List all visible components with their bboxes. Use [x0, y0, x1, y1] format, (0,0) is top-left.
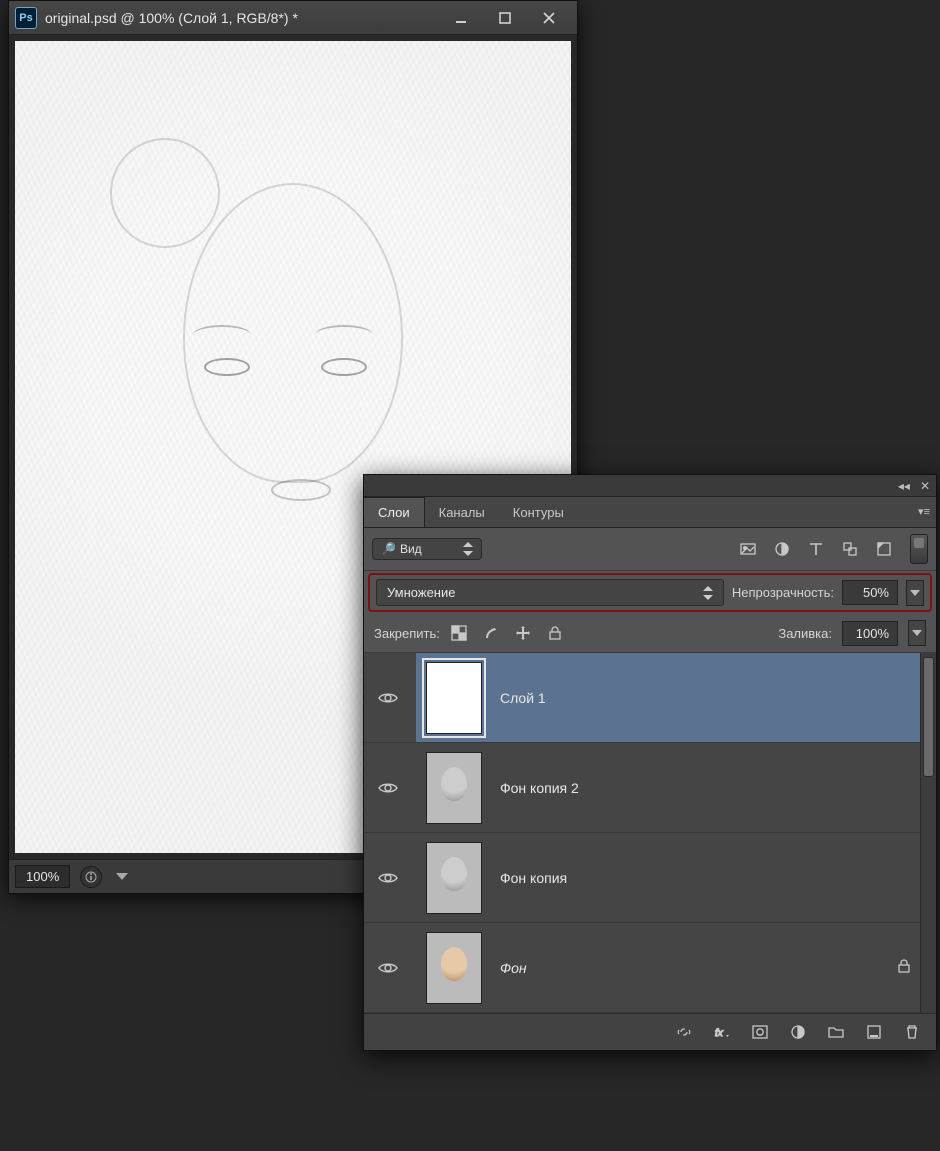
- svg-text:fx: fx: [715, 1028, 724, 1039]
- lock-fill-row: Закрепить: Заливка: 100%: [364, 614, 936, 653]
- layer-thumb[interactable]: [426, 842, 482, 914]
- opacity-field[interactable]: 50%: [842, 580, 898, 605]
- minimize-button[interactable]: [439, 5, 483, 31]
- chevron-down-icon: [910, 590, 920, 596]
- filter-adjustment-icon[interactable]: [772, 539, 792, 559]
- document-titlebar[interactable]: Ps original.psd @ 100% (Слой 1, RGB/8*) …: [9, 1, 577, 35]
- layer-thumb[interactable]: [426, 662, 482, 734]
- lock-all-icon[interactable]: [546, 624, 564, 642]
- lock-icon: [896, 958, 912, 977]
- close-button[interactable]: [527, 5, 571, 31]
- layer-style-icon[interactable]: fx: [712, 1022, 732, 1042]
- chevron-down-icon: [912, 630, 922, 636]
- layers-list: Слой 1 Фон копия 2 Фон копия Фон: [364, 653, 936, 1013]
- document-title: original.psd @ 100% (Слой 1, RGB/8*) *: [45, 10, 439, 26]
- scrollbar-thumb[interactable]: [923, 657, 934, 777]
- tab-layers[interactable]: Слои: [364, 497, 425, 527]
- layer-mask-icon[interactable]: [750, 1022, 770, 1042]
- opacity-label: Непрозрачность:: [732, 585, 834, 600]
- maximize-button[interactable]: [483, 5, 527, 31]
- lock-image-icon[interactable]: [482, 624, 500, 642]
- new-layer-icon[interactable]: [864, 1022, 884, 1042]
- filter-smartobject-icon[interactable]: [874, 539, 894, 559]
- layers-footer: fx: [364, 1013, 936, 1050]
- zoom-field[interactable]: 100%: [15, 865, 70, 888]
- layer-name[interactable]: Фон копия 2: [500, 780, 579, 796]
- fill-label: Заливка:: [778, 626, 832, 641]
- link-layers-icon[interactable]: [674, 1022, 694, 1042]
- fill-field[interactable]: 100%: [842, 621, 898, 646]
- lock-position-icon[interactable]: [514, 624, 532, 642]
- layer-row[interactable]: Фон копия 2: [364, 743, 936, 833]
- layer-row[interactable]: Фон копия: [364, 833, 936, 923]
- layer-row[interactable]: Фон: [364, 923, 936, 1013]
- lock-transparency-icon[interactable]: [450, 624, 468, 642]
- photoshop-icon: Ps: [15, 7, 37, 29]
- layer-name[interactable]: Фон: [500, 960, 527, 976]
- panel-close-icon[interactable]: ✕: [920, 479, 930, 493]
- filter-toggle[interactable]: [910, 534, 928, 564]
- panel-menu-icon[interactable]: ▾≡: [918, 505, 930, 518]
- group-icon[interactable]: [826, 1022, 846, 1042]
- tab-channels[interactable]: Каналы: [425, 498, 499, 527]
- blend-mode-select[interactable]: Умножение: [376, 579, 724, 606]
- lock-label: Закрепить:: [374, 626, 440, 641]
- adjustment-layer-icon[interactable]: [788, 1022, 808, 1042]
- layer-thumb[interactable]: [426, 752, 482, 824]
- visibility-toggle[interactable]: [374, 781, 402, 795]
- layer-name[interactable]: Слой 1: [500, 690, 546, 706]
- delete-layer-icon[interactable]: [902, 1022, 922, 1042]
- stepper-icon: [703, 586, 713, 600]
- filter-pixel-icon[interactable]: [738, 539, 758, 559]
- opacity-dropdown[interactable]: [906, 580, 924, 606]
- fill-dropdown[interactable]: [908, 620, 926, 646]
- panel-tabs: Слои Каналы Контуры ▾≡: [364, 497, 936, 528]
- layer-filter-select[interactable]: 🔎 Вид: [372, 538, 482, 560]
- collapse-icon[interactable]: ◂◂: [898, 479, 910, 493]
- tab-paths[interactable]: Контуры: [499, 498, 578, 527]
- layer-filter-row: 🔎 Вид: [364, 528, 936, 571]
- doc-info-icon[interactable]: [80, 866, 102, 888]
- blend-mode-label: Умножение: [387, 585, 455, 600]
- search-icon: 🔎: [381, 542, 396, 556]
- layer-thumb[interactable]: [426, 932, 482, 1004]
- filter-type-icon[interactable]: [806, 539, 826, 559]
- scrollbar[interactable]: [920, 653, 936, 1013]
- layer-filter-label: Вид: [400, 542, 422, 556]
- layer-row[interactable]: Слой 1: [364, 653, 936, 743]
- panel-topbar[interactable]: ◂◂ ✕: [364, 475, 936, 497]
- stepper-icon: [463, 542, 473, 556]
- layer-name[interactable]: Фон копия: [500, 870, 567, 886]
- filter-shape-icon[interactable]: [840, 539, 860, 559]
- blend-opacity-row: Умножение Непрозрачность: 50%: [368, 573, 932, 612]
- layers-panel: ◂◂ ✕ Слои Каналы Контуры ▾≡ 🔎 Вид Умноже…: [363, 474, 937, 1051]
- statusbar-menu-icon[interactable]: [116, 873, 128, 880]
- visibility-toggle[interactable]: [374, 871, 402, 885]
- visibility-toggle[interactable]: [374, 961, 402, 975]
- visibility-toggle[interactable]: [374, 691, 402, 705]
